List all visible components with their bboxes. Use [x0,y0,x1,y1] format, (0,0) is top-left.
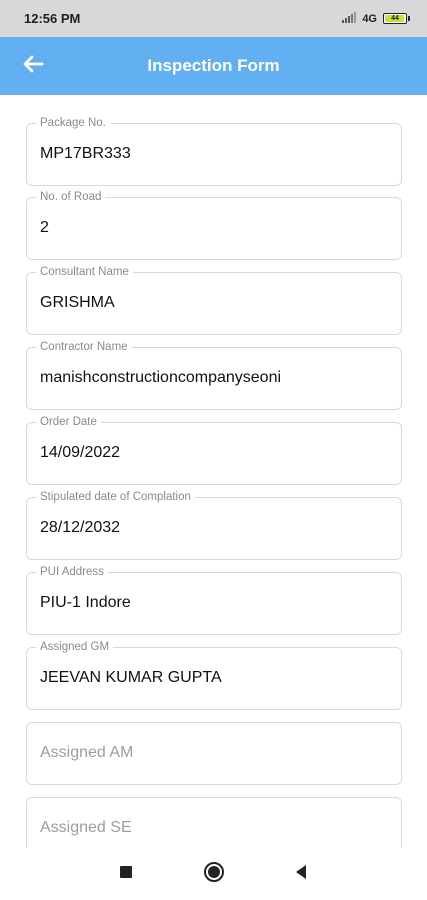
package-no-field[interactable]: Package No. MP17BR333 [26,116,402,186]
field-label: PUI Address [36,565,108,579]
home-icon [203,861,225,888]
order-date-field[interactable]: Order Date 14/09/2022 [26,415,402,485]
inspection-form: Package No. MP17BR333 No. of Road 2 Cons… [0,95,427,848]
assigned-gm-field[interactable]: Assigned GM JEEVAN KUMAR GUPTA [26,640,402,710]
stipulated-date-field[interactable]: Stipulated date of Complation 28/12/2032 [26,490,402,560]
app-bar: Inspection Form [0,37,427,95]
assigned-se-field[interactable]: Assigned SE [26,797,402,848]
field-label: Order Date [36,415,101,429]
page-title: Inspection Form [147,56,280,75]
field-label: No. of Road [36,190,106,204]
field-value: GRISHMA [40,294,115,311]
signal-icon [342,10,357,28]
field-placeholder: Assigned AM [40,744,134,761]
consultant-name-field[interactable]: Consultant Name GRISHMA [26,265,402,335]
status-icons: 4G 44 [342,10,410,28]
field-value: 14/09/2022 [40,444,121,461]
field-value: 2 [40,219,49,236]
field-value: JEEVAN KUMAR GUPTA [40,669,222,686]
system-back-button[interactable] [289,862,313,886]
field-label: Consultant Name [36,265,133,279]
field-value: 28/12/2032 [40,519,121,536]
field-label: Stipulated date of Complation [36,490,195,504]
field-value: PIU-1 Indore [40,594,131,611]
recent-apps-icon [119,865,133,884]
field-label: Contractor Name [36,340,132,354]
assigned-am-field[interactable]: Assigned AM [26,722,402,785]
battery-level: 44 [391,15,399,22]
field-value: manishconstructioncompanyseoni [40,369,282,386]
field-placeholder: Assigned SE [40,819,132,836]
pui-address-field[interactable]: PUI Address PIU-1 Indore [26,565,402,635]
field-label: Package No. [36,116,110,130]
status-time: 12:56 PM [24,11,81,26]
field-value: MP17BR333 [40,145,131,162]
no-of-road-field[interactable]: No. of Road 2 [26,190,402,260]
system-nav-bar [0,848,427,900]
home-button[interactable] [202,861,226,888]
status-bar: 12:56 PM 4G 44 [0,0,427,37]
battery-icon: 44 [383,13,410,24]
field-label: Assigned GM [36,640,114,654]
back-triangle-icon [294,864,308,885]
network-type: 4G [362,12,377,25]
recent-apps-button[interactable] [114,862,138,886]
contractor-name-field[interactable]: Contractor Name manishconstructioncompan… [26,340,402,410]
